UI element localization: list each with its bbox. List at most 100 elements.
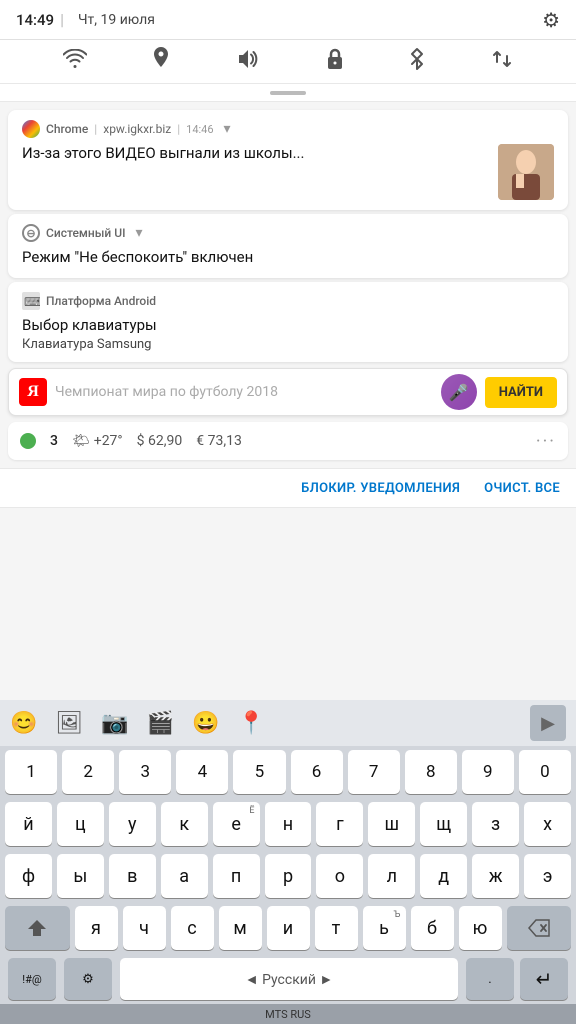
drag-handle[interactable] — [0, 84, 576, 102]
location-icon[interactable] — [152, 47, 170, 76]
period-key[interactable]: . — [466, 958, 514, 1000]
volume-icon[interactable] — [236, 48, 260, 75]
key-х[interactable]: х — [524, 802, 571, 846]
key-т[interactable]: т — [315, 906, 358, 950]
notif-title-system: Режим "Не беспокоить" включен — [22, 248, 554, 268]
expand-icon-system[interactable]: ▾ — [136, 225, 143, 241]
keyboard-toolbar: 😊 🖼 📷 🎬 😀 📍 ▶ — [0, 700, 576, 746]
key-1[interactable]: 1 — [5, 750, 57, 794]
key-э[interactable]: э — [524, 854, 571, 898]
status-bar: 14:49 | Чт, 19 июля ⚙ — [0, 0, 576, 40]
lang-label: ◄ Русский ► — [245, 971, 334, 988]
key-к[interactable]: к — [161, 802, 208, 846]
key-з[interactable]: з — [472, 802, 519, 846]
status-time: 14:49 — [16, 11, 54, 29]
key-4[interactable]: 4 — [176, 750, 228, 794]
mic-icon: 🎤 — [449, 383, 469, 402]
status-date: Чт, 19 июля — [78, 12, 155, 28]
key-9[interactable]: 9 — [462, 750, 514, 794]
key-8[interactable]: 8 — [405, 750, 457, 794]
image-toolbar-icon[interactable]: 🖼 — [55, 711, 83, 736]
key-5[interactable]: 5 — [233, 750, 285, 794]
camera-toolbar-icon[interactable]: 📷 — [101, 711, 128, 736]
yandex-mic-button[interactable]: 🎤 — [441, 374, 477, 410]
key-ы[interactable]: ы — [57, 854, 104, 898]
key-щ[interactable]: щ — [420, 802, 467, 846]
widget-more-icon[interactable]: ··· — [536, 431, 556, 452]
emoji-toolbar-icon[interactable]: 😊 — [10, 711, 37, 736]
notif-time: 14:46 — [186, 123, 213, 136]
bluetooth-icon[interactable] — [409, 47, 425, 76]
yandex-search-bar[interactable]: Я Чемпионат мира по футболу 2018 🎤 НАЙТИ — [8, 368, 568, 416]
settings-key[interactable]: ⚙ — [64, 958, 112, 1000]
key-л[interactable]: л — [368, 854, 415, 898]
notif-app-name-system: Системный UI — [46, 226, 126, 240]
sticker-toolbar-icon[interactable]: 😀 — [192, 711, 219, 736]
key-ч[interactable]: ч — [123, 906, 166, 950]
notification-android-platform[interactable]: ⌨ Платформа Android Выбор клавиатуры Кла… — [8, 282, 568, 363]
widget-weather: 🌤 +27° — [72, 433, 123, 449]
key-г[interactable]: г — [316, 802, 363, 846]
key-6[interactable]: 6 — [291, 750, 343, 794]
key-ю[interactable]: ю — [459, 906, 502, 950]
notif-subtitle-android: Клавиатура Samsung — [22, 337, 554, 352]
symbols-key[interactable]: !#@ — [8, 958, 56, 1000]
key-ь[interactable]: ьЪ — [363, 906, 406, 950]
key-ф[interactable]: ф — [5, 854, 52, 898]
notif-app-name-chrome: Chrome — [46, 122, 88, 136]
status-separator: | — [60, 10, 64, 29]
key-й[interactable]: й — [5, 802, 52, 846]
key-у[interactable]: у — [109, 802, 156, 846]
key-е[interactable]: еЁ — [213, 802, 260, 846]
notification-chrome[interactable]: Chrome | xpw.igkxr.biz | 14:46 ▾ Из-за э… — [8, 110, 568, 210]
keyboard-send-button[interactable]: ▶ — [530, 705, 566, 741]
key-я[interactable]: я — [75, 906, 118, 950]
keyboard: 😊 🖼 📷 🎬 😀 📍 ▶ 1 2 3 4 5 6 7 8 9 0 й ц у … — [0, 700, 576, 1024]
key-а[interactable]: а — [161, 854, 208, 898]
key-п[interactable]: п — [213, 854, 260, 898]
key-7[interactable]: 7 — [348, 750, 400, 794]
space-key[interactable]: ◄ Русский ► — [120, 958, 458, 1000]
location-toolbar-icon[interactable]: 📍 — [238, 711, 265, 736]
key-с[interactable]: с — [171, 906, 214, 950]
lock-icon[interactable] — [326, 47, 344, 76]
cloud-icon: 🌤 — [72, 433, 90, 449]
widget-usd: $ 62,90 — [137, 433, 183, 449]
notif-thumbnail — [498, 144, 554, 200]
key-3[interactable]: 3 — [119, 750, 171, 794]
keyboard-toolbar-icons: 😊 🖼 📷 🎬 😀 📍 — [10, 711, 265, 736]
expand-icon[interactable]: ▾ — [224, 121, 231, 137]
enter-key[interactable]: ↵ — [520, 958, 568, 1000]
key-2[interactable]: 2 — [62, 750, 114, 794]
keyboard-row-3: я ч с м и т ьЪ б ю — [0, 902, 576, 954]
backspace-key[interactable] — [507, 906, 572, 950]
key-ж[interactable]: ж — [472, 854, 519, 898]
key-м[interactable]: м — [219, 906, 262, 950]
chrome-app-icon — [22, 120, 40, 138]
key-о[interactable]: о — [316, 854, 363, 898]
widget-ball-icon — [20, 433, 36, 449]
key-и[interactable]: и — [267, 906, 310, 950]
yandex-search-placeholder[interactable]: Чемпионат мира по футболу 2018 — [55, 384, 433, 400]
clear-all-button[interactable]: ОЧИСТ. ВСЕ — [484, 481, 560, 496]
notif-url: xpw.igkxr.biz — [103, 122, 171, 136]
key-ц[interactable]: ц — [57, 802, 104, 846]
notification-system-ui[interactable]: ⊖ Системный UI ▾ Режим "Не беспокоить" в… — [8, 214, 568, 278]
wifi-icon[interactable] — [63, 49, 87, 74]
key-н[interactable]: н — [265, 802, 312, 846]
key-0[interactable]: 0 — [519, 750, 571, 794]
shift-key[interactable] — [5, 906, 70, 950]
keyboard-row-2: ф ы в а п р о л д ж э — [0, 850, 576, 902]
notification-area: Chrome | xpw.igkxr.biz | 14:46 ▾ Из-за э… — [0, 102, 576, 468]
data-arrows-icon[interactable] — [491, 48, 513, 75]
block-notifications-button[interactable]: БЛОКИР. УВЕДОМЛЕНИЯ — [301, 481, 460, 496]
video-toolbar-icon[interactable]: 🎬 — [147, 711, 174, 736]
yandex-search-button[interactable]: НАЙТИ — [485, 377, 557, 408]
key-в[interactable]: в — [109, 854, 156, 898]
key-р[interactable]: р — [265, 854, 312, 898]
key-ш[interactable]: ш — [368, 802, 415, 846]
key-д[interactable]: д — [420, 854, 467, 898]
gear-icon[interactable]: ⚙ — [542, 8, 560, 32]
widget-row: 3 🌤 +27° $ 62,90 € 73,13 ··· — [8, 422, 568, 460]
key-б[interactable]: б — [411, 906, 454, 950]
